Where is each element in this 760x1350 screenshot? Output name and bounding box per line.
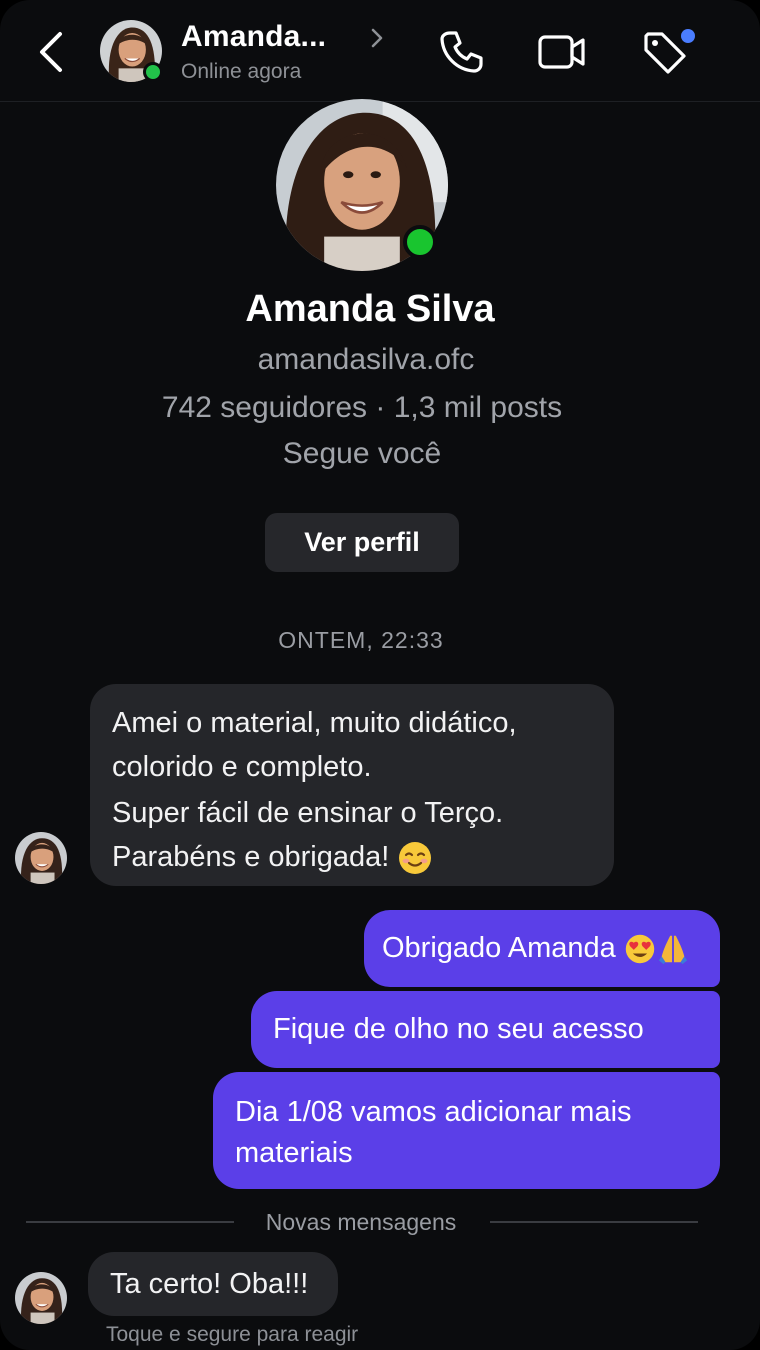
- sender-avatar[interactable]: [15, 1272, 67, 1324]
- smiling-face-icon: [399, 842, 432, 875]
- message-timestamp: ONTEM, 22:33: [278, 627, 444, 653]
- notification-dot: [681, 29, 695, 43]
- follow-status: Segue você: [282, 437, 442, 470]
- online-status: Online agora: [181, 60, 302, 83]
- message-line: colorido e completo.: [112, 751, 372, 783]
- reaction-hint: Toque e segure para reagir: [106, 1323, 359, 1346]
- profile-username: amandasilva.ofc: [257, 343, 475, 376]
- back-button[interactable]: [30, 26, 74, 78]
- sender-avatar-image: [15, 1272, 67, 1324]
- message-line-with-emoji: Parabéns e obrigada!: [112, 835, 592, 879]
- sender-avatar[interactable]: [15, 832, 67, 884]
- outgoing-message[interactable]: Fique de olho no seu acesso: [251, 991, 720, 1068]
- message-line: Amei o material, muito didático,: [112, 707, 517, 739]
- call-button[interactable]: [436, 26, 486, 76]
- online-indicator: [403, 225, 437, 259]
- message-text: Obrigado Amanda: [382, 932, 616, 964]
- new-messages-divider: Novas mensagens: [265, 1209, 457, 1235]
- sender-avatar-image: [15, 832, 67, 884]
- outgoing-message[interactable]: Dia 1/08 vamos adicionar mais materiais: [213, 1072, 720, 1189]
- message-line: Parabéns e obrigada!: [112, 841, 390, 873]
- tag-icon: [644, 29, 695, 74]
- online-indicator: [143, 62, 163, 82]
- video-camera-icon: [538, 35, 585, 69]
- incoming-message[interactable]: Ta certo! Oba!!!: [88, 1252, 338, 1316]
- chat-header: Amanda... Online agora: [0, 0, 760, 102]
- profile-name: Amanda Silva: [245, 288, 495, 330]
- contact-name[interactable]: Amanda...: [181, 20, 326, 54]
- praying-hands-icon: [658, 936, 688, 965]
- tag-button[interactable]: [640, 26, 695, 76]
- video-call-button[interactable]: [536, 26, 586, 76]
- incoming-message[interactable]: Amei o material, muito didático, colorid…: [90, 684, 614, 886]
- chevron-left-icon: [40, 32, 62, 72]
- header-avatar[interactable]: [100, 20, 163, 82]
- view-profile-button[interactable]: Ver perfil: [265, 513, 459, 572]
- chevron-right-icon[interactable]: [368, 24, 386, 52]
- phone-icon: [440, 31, 483, 73]
- outgoing-message[interactable]: Obrigado Amanda: [364, 910, 720, 987]
- heart-eyes-icon: [625, 935, 655, 964]
- chat-screen: Amanda... Online agora Amanda Silva aman…: [0, 0, 760, 1350]
- profile-photo[interactable]: [276, 99, 448, 271]
- message-line: Super fácil de ensinar o Terço.: [112, 797, 504, 829]
- profile-stats: 742 seguidores · 1,3 mil posts: [161, 391, 563, 424]
